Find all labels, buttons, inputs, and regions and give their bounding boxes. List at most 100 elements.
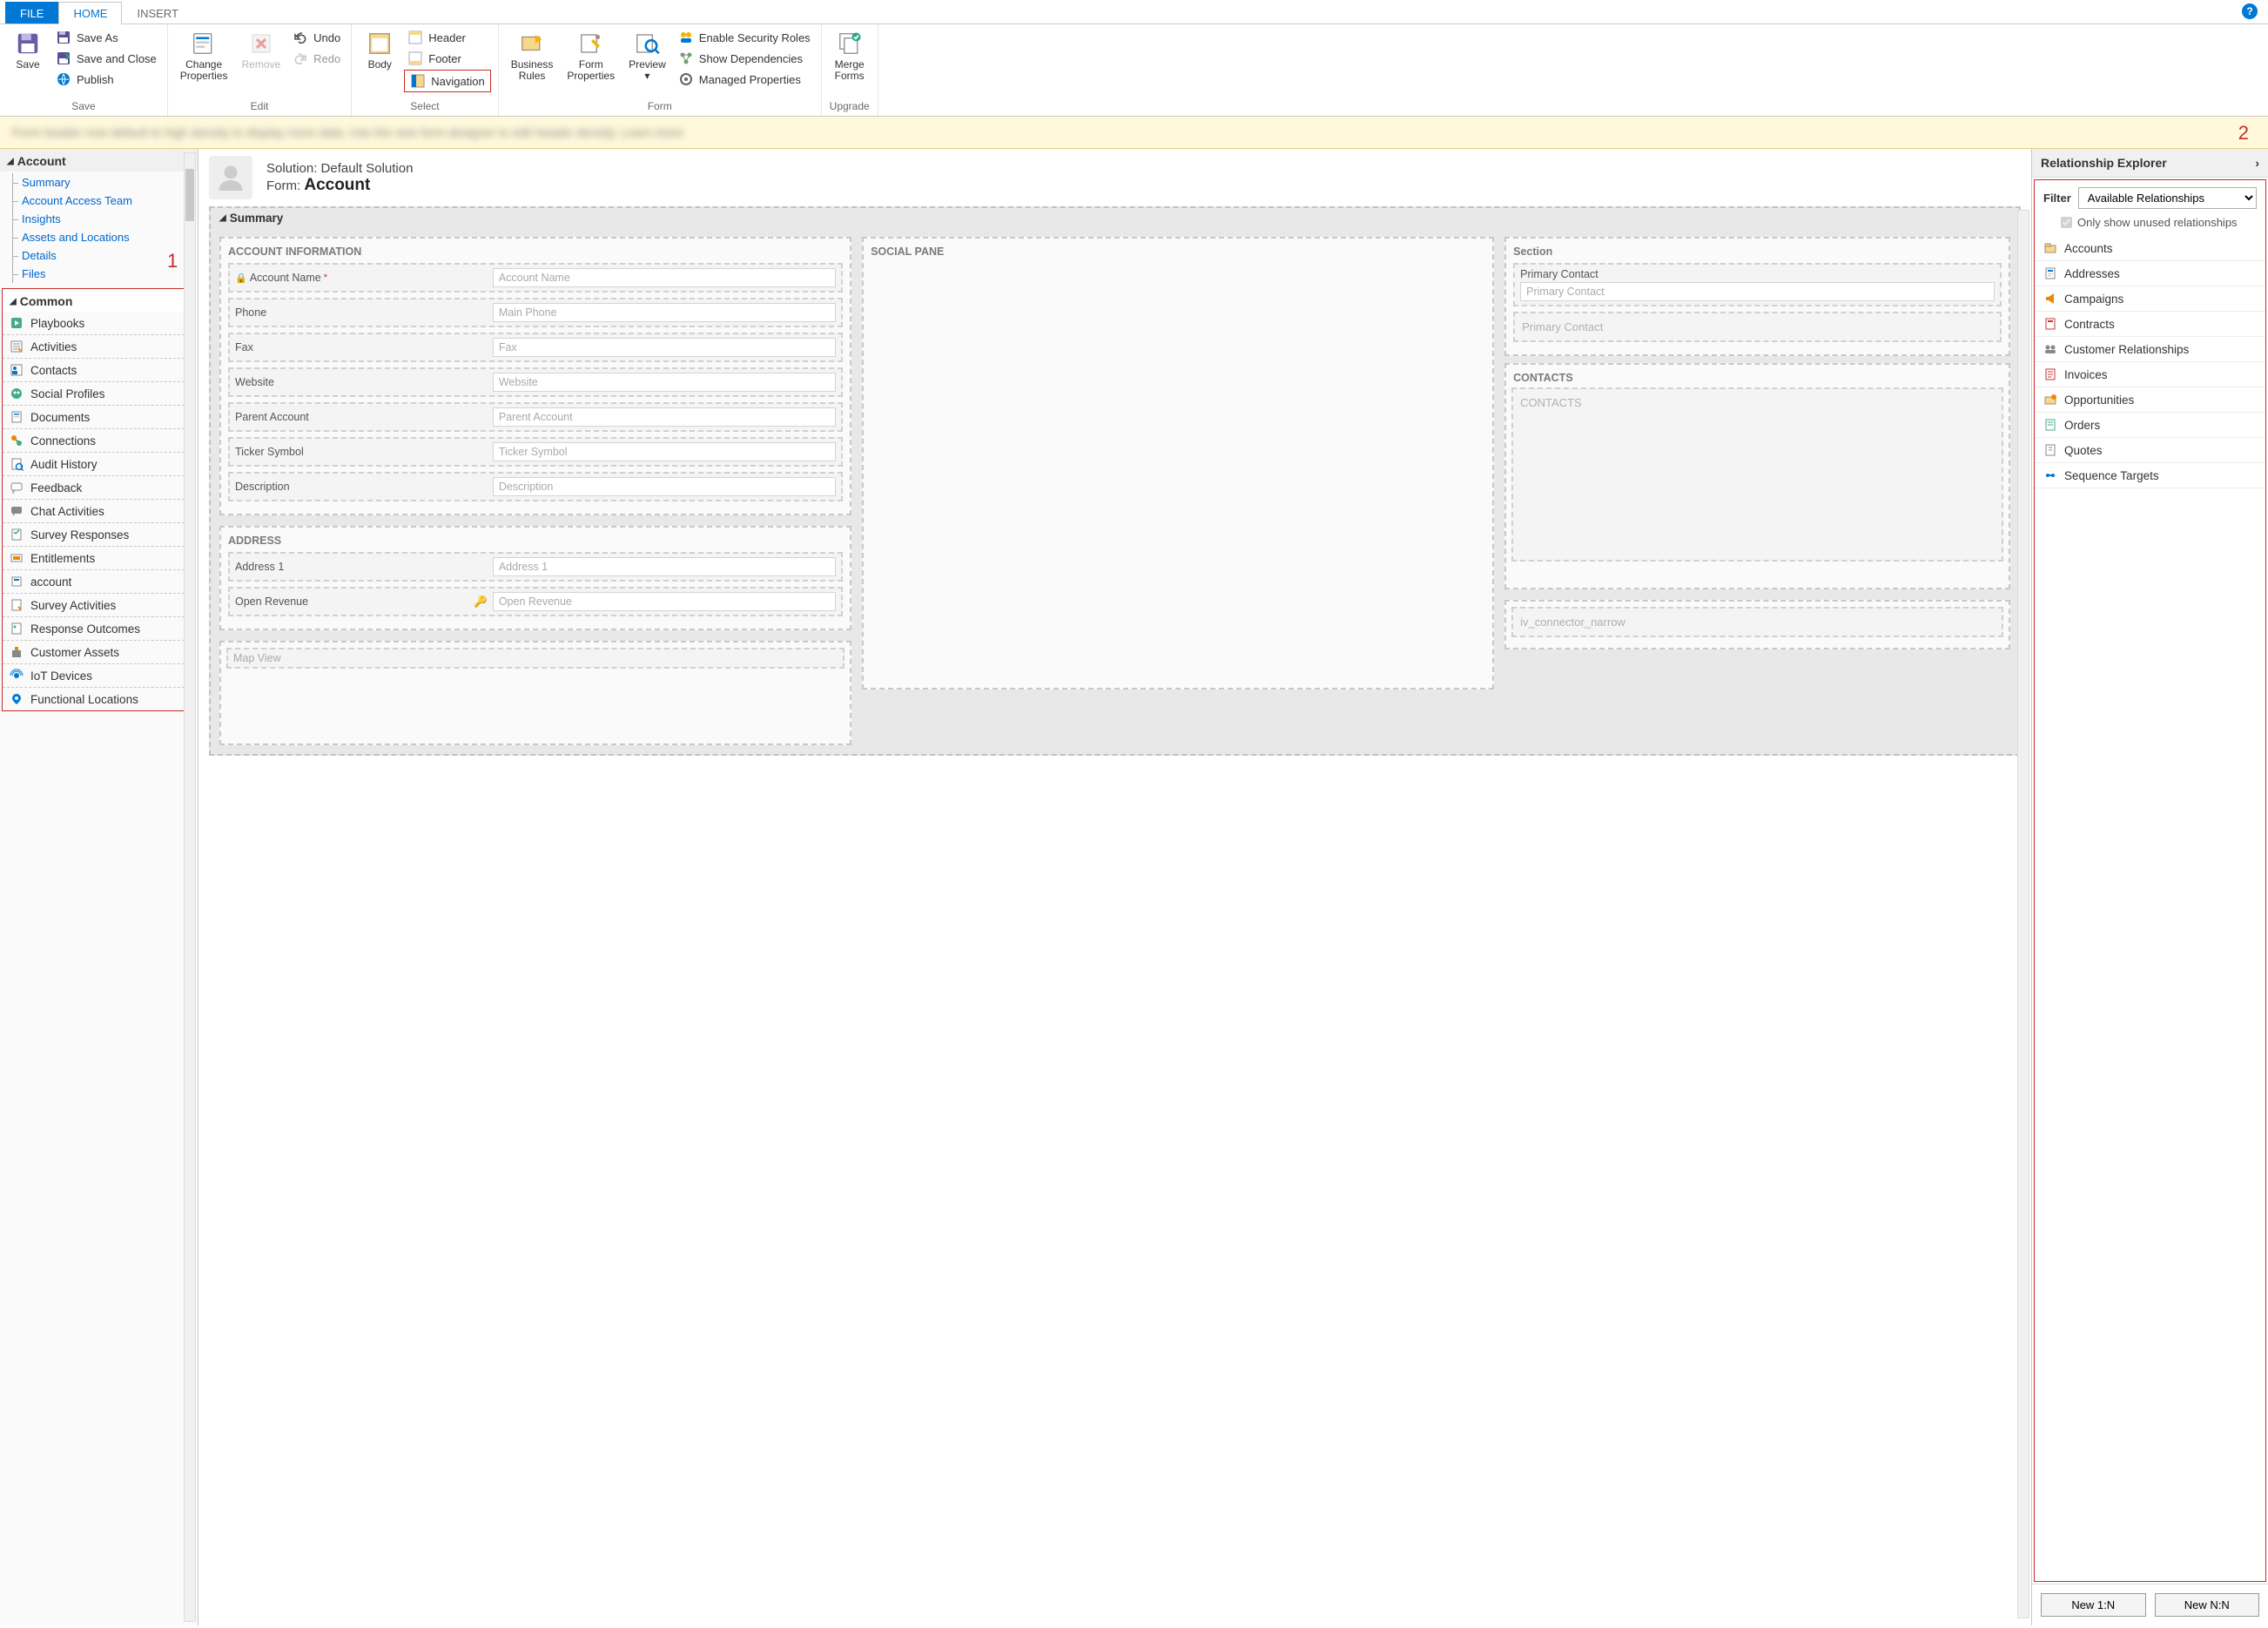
left-scrollbar[interactable] bbox=[184, 152, 196, 1622]
section-contacts[interactable]: CONTACTS CONTACTS bbox=[1504, 363, 2010, 589]
nav-tree-item-account-access-team[interactable]: Account Access Team bbox=[12, 192, 198, 210]
common-item-connections[interactable]: Connections bbox=[3, 429, 193, 453]
relationship-item-accounts[interactable]: Accounts bbox=[2035, 236, 2265, 261]
publish-button[interactable]: Publish bbox=[52, 70, 160, 89]
common-item-activities[interactable]: Activities bbox=[3, 335, 193, 359]
tab-home[interactable]: HOME bbox=[58, 2, 122, 24]
business-rules-button[interactable]: Business Rules bbox=[506, 28, 559, 84]
section-address[interactable]: ADDRESS Address 1Address 1Open Revenue🔑O… bbox=[219, 526, 851, 630]
field-input[interactable]: Main Phone bbox=[493, 303, 836, 322]
common-item-entitlements[interactable]: Entitlements bbox=[3, 547, 193, 570]
field-description[interactable]: DescriptionDescription bbox=[228, 472, 843, 501]
only-unused-row[interactable]: Only show unused relationships bbox=[2035, 212, 2265, 236]
body-button[interactable]: Body bbox=[359, 28, 400, 72]
merge-forms-button[interactable]: Merge Forms bbox=[829, 28, 871, 84]
common-item-audit-history[interactable]: Audit History bbox=[3, 453, 193, 476]
remove-button[interactable]: Remove bbox=[236, 28, 286, 72]
nav-section-common[interactable]: ◢ Common bbox=[3, 289, 193, 312]
nav-tree-item-insights[interactable]: Insights bbox=[12, 210, 198, 228]
field-input[interactable]: Ticker Symbol bbox=[493, 442, 836, 461]
form-properties-button[interactable]: Form Properties bbox=[562, 28, 620, 84]
column-2: SOCIAL PANE bbox=[862, 237, 1494, 745]
common-item-playbooks[interactable]: Playbooks bbox=[3, 312, 193, 335]
nav-tree-item-assets-and-locations[interactable]: Assets and Locations bbox=[12, 228, 198, 246]
undo-button[interactable]: Undo bbox=[289, 28, 344, 47]
field-primary-contact[interactable]: Primary Contact Primary Contact bbox=[1513, 263, 2002, 306]
doc-icon bbox=[10, 410, 24, 424]
relationship-item-contracts[interactable]: Contracts bbox=[2035, 312, 2265, 337]
header-button[interactable]: Header bbox=[404, 28, 490, 47]
field-input[interactable]: Description bbox=[493, 477, 836, 496]
field-website[interactable]: WebsiteWebsite bbox=[228, 367, 843, 397]
relationship-explorer-title[interactable]: Relationship Explorer › bbox=[2032, 149, 2268, 178]
field-parent-account[interactable]: Parent AccountParent Account bbox=[228, 402, 843, 432]
common-item-survey-activities[interactable]: Survey Activities bbox=[3, 594, 193, 617]
help-icon[interactable]: ? bbox=[2242, 3, 2258, 19]
redo-button[interactable]: Redo bbox=[289, 49, 344, 68]
common-item-survey-responses[interactable]: Survey Responses bbox=[3, 523, 193, 547]
preview-button[interactable]: Preview▾ bbox=[623, 28, 671, 84]
relationship-item-sequence-targets[interactable]: Sequence Targets bbox=[2035, 463, 2265, 488]
section-map[interactable]: Map View bbox=[219, 641, 851, 745]
footer-button[interactable]: Footer bbox=[404, 49, 490, 68]
relationship-item-campaigns[interactable]: Campaigns bbox=[2035, 286, 2265, 312]
field-input[interactable]: Address 1 bbox=[493, 557, 836, 576]
primary-contact-input[interactable]: Primary Contact bbox=[1520, 282, 1995, 301]
common-item-documents[interactable]: Documents bbox=[3, 406, 193, 429]
nav-section-account[interactable]: ◢ Account bbox=[0, 149, 198, 172]
field-fax[interactable]: FaxFax bbox=[228, 333, 843, 362]
save-close-button[interactable]: Save and Close bbox=[52, 49, 160, 68]
field-input[interactable]: Website bbox=[493, 373, 836, 392]
left-nav: ◢ Account SummaryAccount Access TeamInsi… bbox=[0, 149, 199, 1625]
change-properties-button[interactable]: Change Properties bbox=[175, 28, 233, 84]
common-item-functional-locations[interactable]: Functional Locations bbox=[3, 688, 193, 710]
tab-file[interactable]: FILE bbox=[5, 2, 58, 24]
business-rules-icon bbox=[518, 30, 546, 57]
relationship-item-label: Invoices bbox=[2064, 368, 2108, 381]
navigation-button[interactable]: Navigation bbox=[404, 70, 490, 92]
section-social-pane[interactable]: SOCIAL PANE bbox=[862, 237, 1494, 690]
field-address-1[interactable]: Address 1Address 1 bbox=[228, 552, 843, 582]
section-iv-connector[interactable]: iv_connector_narrow bbox=[1504, 600, 2010, 649]
common-item-response-outcomes[interactable]: Response Outcomes bbox=[3, 617, 193, 641]
relationship-item-orders[interactable]: Orders bbox=[2035, 413, 2265, 438]
common-item-iot-devices[interactable]: IoT Devices bbox=[3, 664, 193, 688]
field-ticker-symbol[interactable]: Ticker SymbolTicker Symbol bbox=[228, 437, 843, 467]
field-input[interactable]: Fax bbox=[493, 338, 836, 357]
relationship-item-quotes[interactable]: Quotes bbox=[2035, 438, 2265, 463]
relationship-item-opportunities[interactable]: Opportunities bbox=[2035, 387, 2265, 413]
new-nn-button[interactable]: New N:N bbox=[2155, 1593, 2260, 1617]
section-account-info[interactable]: ACCOUNT INFORMATION 🔒Account Name*Accoun… bbox=[219, 237, 851, 515]
save-as-button[interactable]: Save As bbox=[52, 28, 160, 47]
relationship-item-customer-relationships[interactable]: Customer Relationships bbox=[2035, 337, 2265, 362]
field-input[interactable]: Account Name bbox=[493, 268, 836, 287]
nav-tree-item-summary[interactable]: Summary bbox=[12, 173, 198, 192]
field-phone[interactable]: PhoneMain Phone bbox=[228, 298, 843, 327]
primary-contact-quickview[interactable]: Primary Contact bbox=[1513, 312, 2002, 342]
relationship-item-invoices[interactable]: Invoices bbox=[2035, 362, 2265, 387]
common-item-account[interactable]: account bbox=[3, 570, 193, 594]
center-scrollbar[interactable] bbox=[2017, 210, 2029, 1618]
show-dependencies-button[interactable]: Show Dependencies bbox=[675, 49, 814, 68]
only-unused-checkbox[interactable] bbox=[2061, 217, 2072, 228]
new-1n-button[interactable]: New 1:N bbox=[2041, 1593, 2146, 1617]
enable-security-button[interactable]: Enable Security Roles bbox=[675, 28, 814, 47]
common-item-chat-activities[interactable]: Chat Activities bbox=[3, 500, 193, 523]
tab-insert[interactable]: INSERT bbox=[122, 2, 192, 24]
save-button[interactable]: Save bbox=[7, 28, 49, 72]
common-item-feedback[interactable]: Feedback bbox=[3, 476, 193, 500]
field-input[interactable]: Open Revenue bbox=[493, 592, 836, 611]
section-generic[interactable]: Section Primary Contact Primary Contact … bbox=[1504, 237, 2010, 356]
preview-label: Preview▾ bbox=[629, 59, 666, 82]
canvas-tab-summary[interactable]: ◢ Summary ACCOUNT INFORMATION 🔒Account N… bbox=[209, 206, 2021, 756]
relationship-item-addresses[interactable]: Addresses bbox=[2035, 261, 2265, 286]
common-item-contacts[interactable]: Contacts bbox=[3, 359, 193, 382]
filter-select[interactable]: Available Relationships bbox=[2078, 187, 2257, 209]
common-item-social-profiles[interactable]: Social Profiles bbox=[3, 382, 193, 406]
field-input[interactable]: Parent Account bbox=[493, 407, 836, 427]
enable-security-label: Enable Security Roles bbox=[699, 31, 811, 44]
managed-properties-button[interactable]: Managed Properties bbox=[675, 70, 814, 89]
field-account-name[interactable]: 🔒Account Name*Account Name bbox=[228, 263, 843, 293]
field-open-revenue[interactable]: Open Revenue🔑Open Revenue bbox=[228, 587, 843, 616]
common-item-customer-assets[interactable]: Customer Assets bbox=[3, 641, 193, 664]
